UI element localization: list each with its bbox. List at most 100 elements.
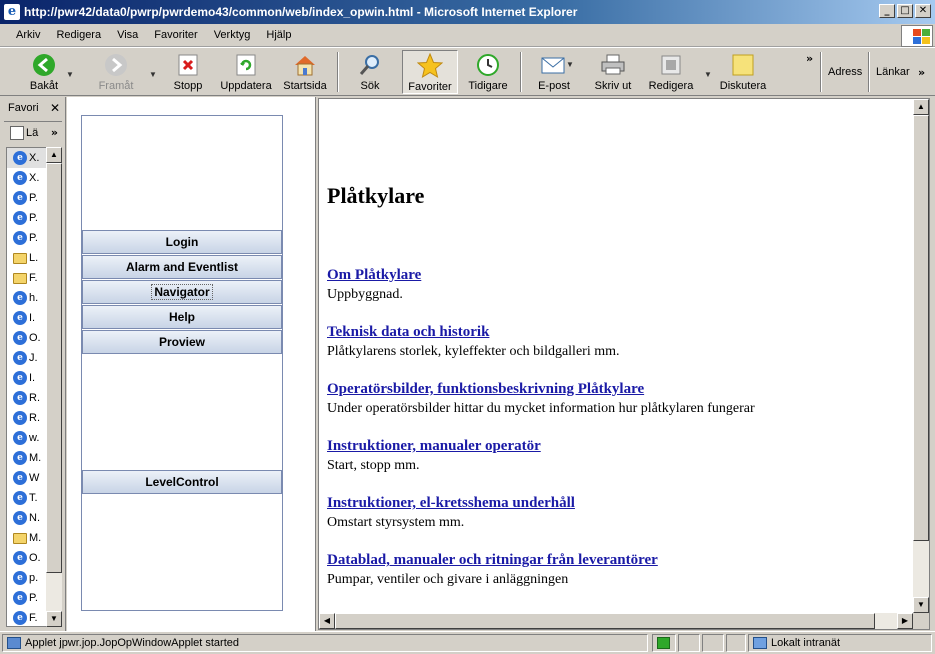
- favorite-item[interactable]: F.: [7, 268, 49, 288]
- scroll-down-icon[interactable]: ▼: [913, 597, 929, 613]
- favorite-item[interactable]: e P.: [7, 228, 49, 248]
- scroll-thumb[interactable]: [913, 115, 929, 541]
- content-horizontal-scrollbar[interactable]: ◀ ▶: [319, 613, 913, 629]
- favorite-item[interactable]: e I.: [7, 368, 49, 388]
- menu-favoriter[interactable]: Favoriter: [146, 29, 205, 41]
- favorite-item[interactable]: e I.: [7, 308, 49, 328]
- favorite-label: R.: [29, 412, 40, 424]
- scroll-down-icon[interactable]: ▼: [46, 611, 62, 627]
- minimize-button[interactable]: _: [879, 4, 895, 18]
- search-label: Sök: [360, 80, 380, 92]
- menu-arkiv[interactable]: Arkiv: [8, 29, 48, 41]
- maximize-button[interactable]: □: [897, 4, 913, 18]
- favorites-scrollbar[interactable]: ▲ ▼: [46, 147, 62, 627]
- favorite-item[interactable]: e N.: [7, 508, 49, 528]
- refresh-button[interactable]: Uppdatera: [218, 50, 274, 94]
- menu-verktyg[interactable]: Verktyg: [206, 29, 259, 41]
- entry-link[interactable]: Datablad, manualer och ritningar från le…: [327, 552, 658, 569]
- toolbar-separator: [337, 52, 339, 92]
- entry-link[interactable]: Operatörsbilder, funktionsbeskrivning Pl…: [327, 381, 755, 398]
- search-button[interactable]: Sök: [352, 50, 388, 94]
- scroll-thumb[interactable]: [46, 163, 62, 573]
- menu-hjalp[interactable]: Hjälp: [258, 29, 299, 41]
- alarm-eventlist-button[interactable]: Alarm and Eventlist: [82, 255, 282, 279]
- discuss-label: Diskutera: [719, 80, 767, 92]
- favorite-item[interactable]: e R.: [7, 388, 49, 408]
- links-label[interactable]: Länkar: [876, 66, 910, 78]
- scroll-left-icon[interactable]: ◀: [319, 613, 335, 629]
- entry-link[interactable]: Teknisk data och historik: [327, 324, 620, 341]
- close-button[interactable]: ✕: [915, 4, 931, 18]
- edit-button[interactable]: Redigera: [646, 50, 696, 94]
- favorites-button[interactable]: Favoriter: [402, 50, 458, 94]
- links-chevron-icon[interactable]: »: [918, 66, 925, 79]
- favorite-label: h.: [29, 292, 39, 304]
- add-favorite-icon[interactable]: [10, 125, 24, 140]
- stop-button[interactable]: Stopp: [170, 50, 206, 94]
- address-label[interactable]: Adress: [828, 66, 862, 78]
- favorite-item[interactable]: eW: [7, 468, 49, 488]
- favorite-item[interactable]: e F.: [7, 608, 49, 626]
- favorite-item[interactable]: e P.: [7, 588, 49, 608]
- discuss-button[interactable]: Diskutera: [718, 50, 768, 94]
- proview-button[interactable]: Proview: [82, 330, 282, 354]
- favorite-item[interactable]: L.: [7, 248, 49, 268]
- close-pane-icon[interactable]: ✕: [50, 101, 60, 115]
- doc-entry: Instruktioner, el-kretsshema underhåll O…: [327, 495, 575, 531]
- favorite-item[interactable]: e X.: [7, 168, 49, 188]
- favorite-item[interactable]: M.: [7, 528, 49, 548]
- favorite-item[interactable]: e J.: [7, 348, 49, 368]
- favorite-item[interactable]: e w.: [7, 428, 49, 448]
- scroll-thumb[interactable]: [335, 613, 875, 629]
- favorite-item[interactable]: e M.: [7, 448, 49, 468]
- favorite-label: O.: [29, 332, 41, 344]
- applet-status-icon: [7, 637, 21, 649]
- favorite-label: R.: [29, 392, 40, 404]
- favorite-item[interactable]: e X.: [7, 148, 49, 168]
- toolbar-chevron-icon[interactable]: »: [806, 52, 813, 65]
- favorite-item[interactable]: e p.: [7, 568, 49, 588]
- printer-icon: [600, 52, 626, 78]
- favorite-item[interactable]: e T.: [7, 488, 49, 508]
- back-button[interactable]: Bakåt: [26, 50, 62, 94]
- favorite-item[interactable]: e P.: [7, 208, 49, 228]
- favorites-chevron-icon[interactable]: »: [51, 126, 58, 139]
- toolbar-separator: [520, 52, 522, 92]
- mail-dropdown-icon[interactable]: ▼: [566, 60, 574, 69]
- favorite-item[interactable]: e P.: [7, 188, 49, 208]
- favorite-item[interactable]: e R.: [7, 408, 49, 428]
- entry-link[interactable]: Instruktioner, el-kretsshema underhåll: [327, 495, 575, 512]
- mail-button[interactable]: E-post: [534, 50, 574, 94]
- home-label: Startsida: [283, 80, 327, 92]
- applet-frame: Login Alarm and Eventlist Navigator Help…: [67, 97, 315, 631]
- home-button[interactable]: Startsida: [282, 50, 328, 94]
- ie-page-icon: e: [13, 451, 27, 465]
- entry-link[interactable]: Om Plåtkylare: [327, 267, 421, 284]
- levelcontrol-button[interactable]: LevelControl: [82, 470, 282, 494]
- scroll-up-icon[interactable]: ▲: [46, 147, 62, 163]
- java-icon: [657, 637, 670, 649]
- content-vertical-scrollbar[interactable]: ▲ ▼: [913, 99, 929, 613]
- print-button[interactable]: Skriv ut: [592, 50, 634, 94]
- back-dropdown-icon[interactable]: ▼: [66, 70, 74, 79]
- help-button[interactable]: Help: [82, 305, 282, 329]
- scroll-up-icon[interactable]: ▲: [913, 99, 929, 115]
- menu-redigera[interactable]: Redigera: [48, 29, 109, 41]
- entry-link[interactable]: Instruktioner, manualer operatör: [327, 438, 541, 455]
- favorite-item[interactable]: e O.: [7, 548, 49, 568]
- favorite-label: M.: [29, 532, 42, 544]
- navigator-button[interactable]: Navigator: [82, 280, 282, 304]
- favorite-item[interactable]: e h.: [7, 288, 49, 308]
- forward-button[interactable]: Framåt: [96, 50, 136, 94]
- menu-visa[interactable]: Visa: [109, 29, 146, 41]
- folder-icon: [13, 272, 27, 284]
- favorite-item[interactable]: e O.: [7, 328, 49, 348]
- scroll-right-icon[interactable]: ▶: [897, 613, 913, 629]
- login-button[interactable]: Login: [82, 230, 282, 254]
- favorite-label: O.: [29, 552, 41, 564]
- add-favorite-label[interactable]: Lä: [26, 127, 38, 139]
- edit-dropdown-icon[interactable]: ▼: [704, 70, 712, 79]
- forward-dropdown-icon[interactable]: ▼: [149, 70, 157, 79]
- ie-page-icon: e: [13, 211, 27, 225]
- history-button[interactable]: Tidigare: [466, 50, 510, 94]
